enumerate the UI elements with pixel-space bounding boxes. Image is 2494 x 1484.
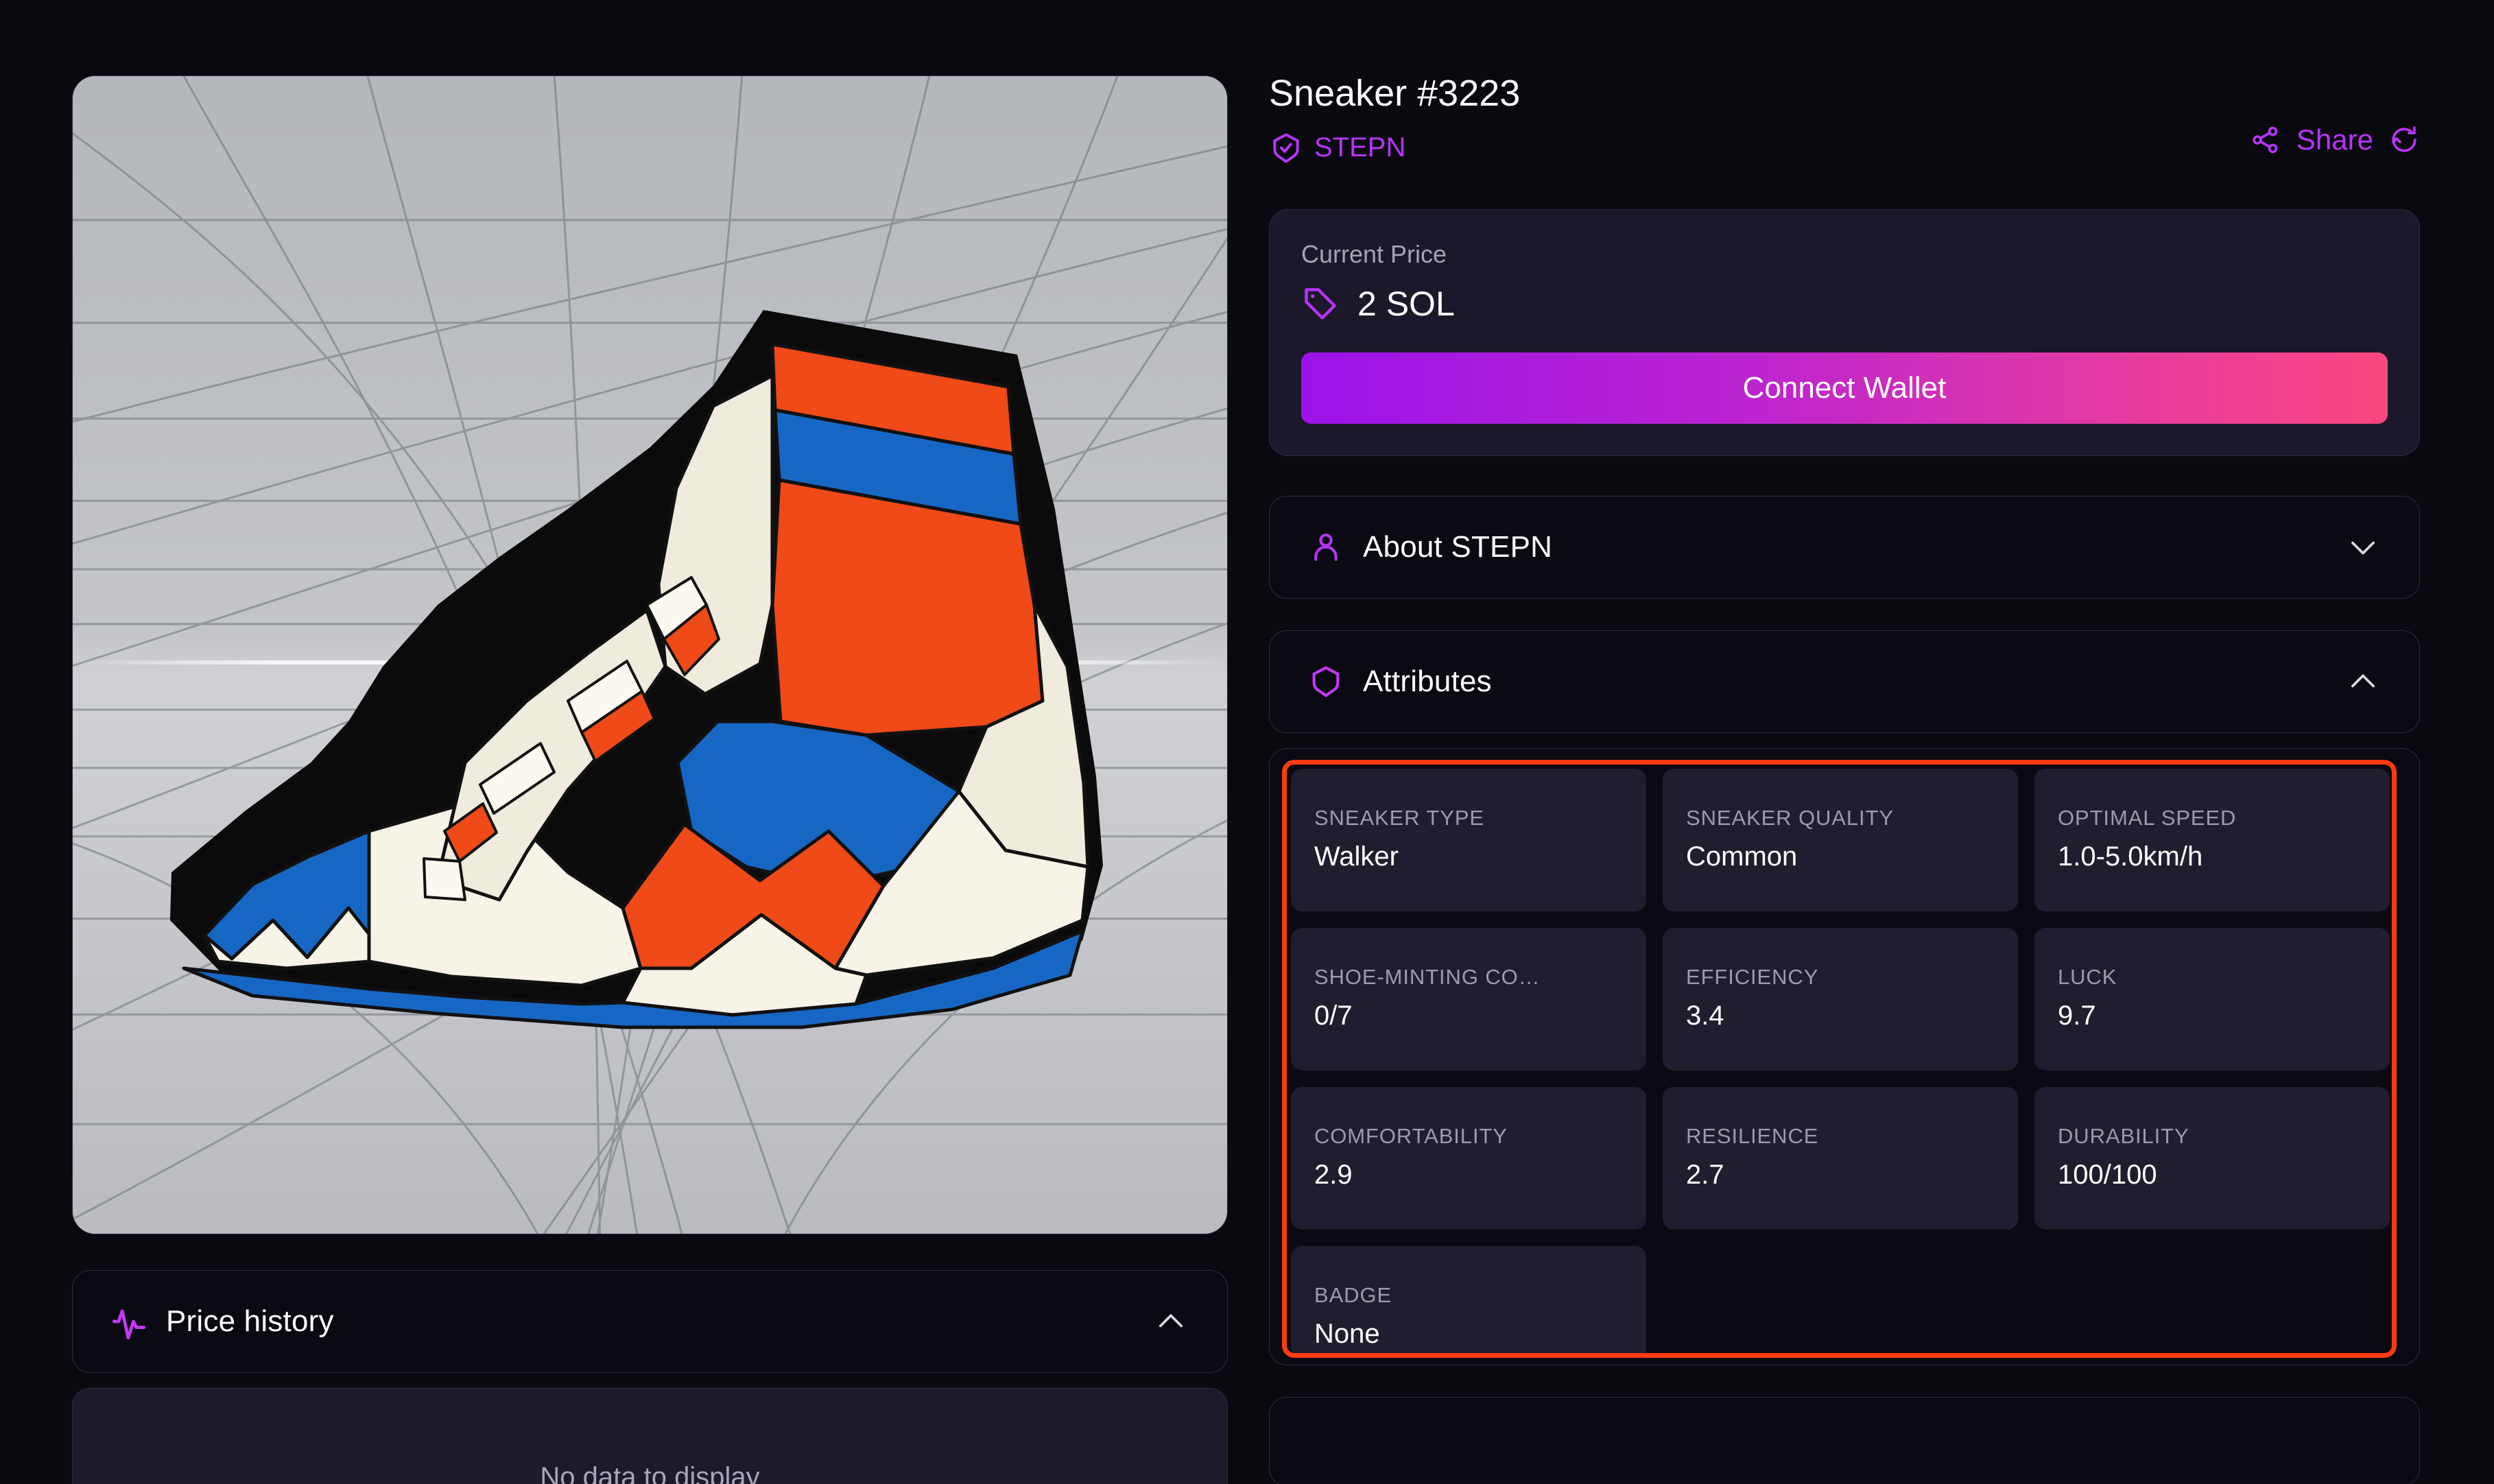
attribute-key: SNEAKER TYPE bbox=[1314, 806, 1623, 830]
attribute-key: BADGE bbox=[1314, 1283, 1623, 1308]
attributes-panel: SNEAKER TYPE Walker SNEAKER QUALITY Common O… bbox=[1269, 748, 2420, 1365]
attribute-card[interactable]: LUCK 9.7 bbox=[2034, 928, 2390, 1070]
attribute-card[interactable]: BADGE None bbox=[1291, 1246, 1646, 1358]
attribute-key: COMFORTABILITY bbox=[1314, 1124, 1623, 1149]
page-title: Sneaker #3223 bbox=[1269, 74, 2420, 113]
attribute-value: 9.7 bbox=[2058, 1001, 2366, 1031]
item-header: Sneaker #3223 STEPN Share bbox=[1269, 74, 2420, 165]
attribute-value: 3.4 bbox=[1686, 1001, 1995, 1031]
price-tag-icon bbox=[1301, 285, 1340, 323]
attribute-value: 2.7 bbox=[1686, 1160, 1995, 1190]
section-price-history[interactable]: Price history bbox=[72, 1270, 1228, 1373]
attribute-card[interactable]: DURABILITY 100/100 bbox=[2034, 1087, 2390, 1230]
chevron-up-icon[interactable] bbox=[1153, 1304, 1189, 1339]
section-placeholder[interactable] bbox=[1269, 1397, 2420, 1484]
share-nodes-icon[interactable] bbox=[2250, 124, 2281, 156]
nft-detail-page: Price history No data to display Sneaker… bbox=[0, 0, 2494, 1484]
attribute-card[interactable]: SNEAKER QUALITY Common bbox=[1663, 769, 2018, 911]
attribute-value: Common bbox=[1686, 841, 1995, 872]
attribute-value: Walker bbox=[1314, 841, 1623, 872]
attribute-value: 1.0-5.0km/h bbox=[2058, 841, 2366, 872]
shield-check-icon bbox=[1269, 131, 1303, 165]
right-column: Sneaker #3223 STEPN Share bbox=[1228, 0, 2494, 1484]
attribute-card[interactable]: RESILIENCE 2.7 bbox=[1663, 1087, 2018, 1230]
refresh-icon[interactable] bbox=[2388, 124, 2420, 156]
attributes-grid: SNEAKER TYPE Walker SNEAKER QUALITY Common O… bbox=[1287, 765, 2392, 1358]
current-price-card: Current Price 2 SOL Connect Wallet bbox=[1269, 209, 2420, 456]
about-header[interactable]: About STEPN bbox=[1270, 496, 2419, 598]
collection-row[interactable]: STEPN bbox=[1269, 131, 2420, 165]
current-price-row: 2 SOL bbox=[1301, 284, 2388, 324]
user-icon bbox=[1308, 529, 1344, 565]
share-button[interactable]: Share bbox=[2296, 123, 2373, 156]
section-about[interactable]: About STEPN bbox=[1269, 496, 2420, 599]
attribute-card[interactable]: OPTIMAL SPEED 1.0-5.0km/h bbox=[2034, 769, 2390, 911]
attribute-value: 100/100 bbox=[2058, 1160, 2366, 1190]
price-history-empty-text: No data to display bbox=[540, 1462, 759, 1484]
attributes-highlight-box: SNEAKER TYPE Walker SNEAKER QUALITY Common O… bbox=[1282, 760, 2397, 1358]
attribute-value: 2.9 bbox=[1314, 1160, 1623, 1190]
collection-name[interactable]: STEPN bbox=[1314, 132, 1405, 163]
current-price-value: 2 SOL bbox=[1357, 284, 1455, 324]
chevron-up-icon[interactable] bbox=[2345, 664, 2381, 699]
price-history-header[interactable]: Price history bbox=[73, 1271, 1227, 1372]
sneaker-preview[interactable] bbox=[72, 75, 1228, 1234]
attribute-value: None bbox=[1314, 1319, 1623, 1350]
section-attributes[interactable]: Attributes bbox=[1269, 630, 2420, 733]
chevron-down-icon[interactable] bbox=[2345, 529, 2381, 565]
attribute-card[interactable]: SNEAKER TYPE Walker bbox=[1291, 769, 1646, 911]
attribute-card[interactable]: COMFORTABILITY 2.9 bbox=[1291, 1087, 1646, 1230]
header-actions: Share bbox=[2250, 123, 2420, 156]
attribute-key: SNEAKER QUALITY bbox=[1686, 806, 1995, 830]
attribute-key: EFFICIENCY bbox=[1686, 965, 1995, 990]
attribute-value: 0/7 bbox=[1314, 1001, 1623, 1031]
sneaker-artwork bbox=[143, 283, 1158, 1051]
current-price-label: Current Price bbox=[1301, 240, 2388, 269]
attribute-key: SHOE-MINTING CO… bbox=[1314, 965, 1623, 990]
attributes-label: Attributes bbox=[1363, 665, 1492, 699]
attribute-card[interactable]: EFFICIENCY 3.4 bbox=[1663, 928, 2018, 1070]
shield-icon bbox=[1308, 664, 1344, 699]
attribute-key: RESILIENCE bbox=[1686, 1124, 1995, 1149]
price-history-label: Price history bbox=[166, 1304, 334, 1339]
price-history-body: No data to display bbox=[72, 1388, 1228, 1484]
attribute-card[interactable]: SHOE-MINTING CO… 0/7 bbox=[1291, 928, 1646, 1070]
pulse-icon bbox=[111, 1304, 147, 1339]
connect-wallet-button[interactable]: Connect Wallet bbox=[1301, 352, 2388, 424]
left-column: Price history No data to display bbox=[0, 0, 1228, 1484]
attributes-header[interactable]: Attributes bbox=[1270, 631, 2419, 732]
about-label: About STEPN bbox=[1363, 530, 1552, 564]
attribute-key: LUCK bbox=[2058, 965, 2366, 990]
attribute-key: DURABILITY bbox=[2058, 1124, 2366, 1149]
attribute-key: OPTIMAL SPEED bbox=[2058, 806, 2366, 830]
